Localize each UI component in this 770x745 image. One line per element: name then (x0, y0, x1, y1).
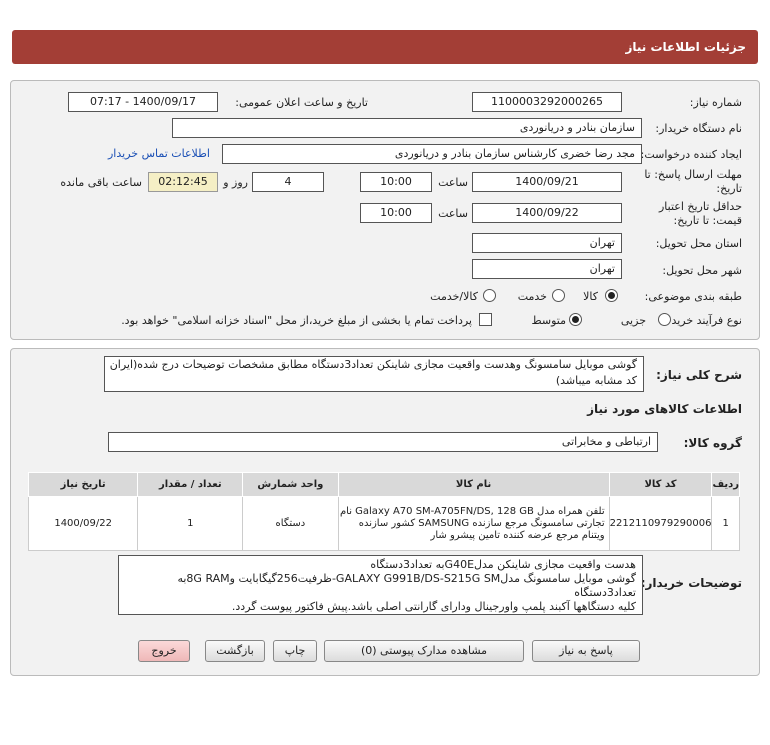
cell-unit: دستگاه (242, 496, 339, 551)
col-name: نام کالا (337, 472, 610, 497)
cell-date: 1400/09/22 (27, 496, 139, 551)
days-field: 4 (252, 172, 324, 192)
summary-field: گوشی موبایل سامسونگ وهدست واقعیت مجازی ش… (104, 356, 644, 392)
page-title-bar: جزئیات اطلاعات نیاز (12, 30, 758, 64)
category-label: طبقه بندی موضوعی: (644, 290, 742, 303)
summary-label: شرح کلی نیاز: (656, 368, 742, 382)
category-radio-goods[interactable] (605, 289, 618, 302)
payment-note: پرداخت تمام یا بخشی از مبلغ خرید،از محل … (121, 314, 472, 327)
col-index: ردیف (711, 472, 740, 497)
validity-time-label: ساعت (438, 207, 468, 220)
category-option-goods: کالا (583, 290, 598, 303)
validity-label-2: قیمت: تا تاریخ: (673, 214, 742, 227)
deadline-date-field: 1400/09/21 (472, 172, 622, 192)
buyer-notes-box: هدست واقعیت مجازی شاینکن مدلG40Eبه تعداد… (118, 555, 643, 615)
city-field: تهران (472, 259, 622, 279)
category-radio-both[interactable] (483, 289, 496, 302)
process-label: نوع فرآیند خرید : (664, 314, 742, 327)
cell-index: 1 (711, 496, 740, 551)
process-radio-medium[interactable] (569, 313, 582, 326)
attachments-button[interactable]: مشاهده مدارک پیوستی (0) (324, 640, 524, 662)
validity-time-field: 10:00 (360, 203, 432, 223)
goods-section-title: اطلاعات کالاهای مورد نیاز (587, 402, 742, 416)
cell-qty: 1 (137, 496, 244, 551)
col-unit: واحد شمارش (242, 472, 339, 497)
cell-name: تلفن همراه مدل Galaxy A70 SM-A705FN/DS, … (337, 496, 610, 551)
category-option-service: خدمت (517, 290, 547, 303)
print-button[interactable]: چاپ (273, 640, 317, 662)
remaining-timer: 02:12:45 (148, 172, 218, 192)
buyer-notes-line: کلیه دستگاهها آکبند پلمپ واورجینال ودارا… (231, 600, 636, 613)
announce-label: تاریخ و ساعت اعلان عمومی: (235, 96, 368, 109)
col-qty: تعداد / مقدار (137, 472, 244, 497)
deadline-time-field: 10:00 (360, 172, 432, 192)
process-radio-small[interactable] (658, 313, 671, 326)
page-title: جزئیات اطلاعات نیاز (625, 40, 746, 54)
validity-date-field: 1400/09/22 (472, 203, 622, 223)
back-button[interactable]: بازگشت (205, 640, 265, 662)
need-number-label: شماره نیاز: (689, 96, 742, 109)
buyer-org-label: نام دستگاه خریدار: (655, 122, 742, 135)
buyer-notes-line: هدست واقعیت مجازی شاینکن مدلG40Eبه تعداد… (370, 558, 636, 571)
table-header-row: ردیف کد کالا نام کالا واحد شمارش تعداد /… (27, 472, 740, 497)
goods-table: ردیف کد کالا نام کالا واحد شمارش تعداد /… (27, 472, 740, 551)
process-option-small: جزیی (620, 314, 646, 327)
cell-code: 2212110979290006 (608, 496, 713, 551)
col-date: تاریخ نیاز (27, 472, 139, 497)
goods-group-field: ارتباطی و مخابراتی (108, 432, 658, 452)
remaining-label: ساعت باقی مانده (60, 176, 142, 189)
creator-label: ایجاد کننده درخواست: (640, 148, 742, 161)
exit-button[interactable]: خروج (138, 640, 190, 662)
table-row: 1 2212110979290006 تلفن همراه مدل Galaxy… (27, 496, 740, 551)
deadline-label-2: تاریخ: (716, 182, 742, 195)
contact-buyer-link[interactable]: اطلاعات تماس خریدار (108, 147, 210, 160)
buyer-notes-label: توضیحات خریدار: (640, 576, 742, 590)
reply-button[interactable]: پاسخ به نیاز (532, 640, 640, 662)
process-option-medium: متوسط (531, 314, 566, 327)
province-label: استان محل تحویل: (655, 237, 742, 250)
deadline-time-label: ساعت (438, 176, 468, 189)
announce-field: 1400/09/17 - 07:17 (68, 92, 218, 112)
city-label: شهر محل تحویل: (662, 264, 742, 277)
province-field: تهران (472, 233, 622, 253)
goods-group-label: گروه کالا: (683, 436, 742, 450)
creator-field: مجد رضا خضری کارشناس سازمان بنادر و دریا… (222, 144, 642, 164)
category-option-both: کالا/خدمت (430, 290, 478, 303)
days-label: روز و (223, 176, 248, 189)
buyer-org-field: سازمان بنادر و دریانوردی (172, 118, 642, 138)
col-code: کد کالا (608, 472, 713, 497)
buyer-notes-line: گوشی موبایل سامسونگ مدلGALAXY G991B/DS-S… (177, 572, 636, 599)
validity-label-1: حداقل تاریخ اعتبار (658, 200, 742, 213)
need-number-field: 1100003292000265 (472, 92, 622, 112)
deadline-label-1: مهلت ارسال پاسخ: تا (644, 168, 742, 181)
category-radio-service[interactable] (552, 289, 565, 302)
treasury-checkbox[interactable] (479, 313, 492, 326)
